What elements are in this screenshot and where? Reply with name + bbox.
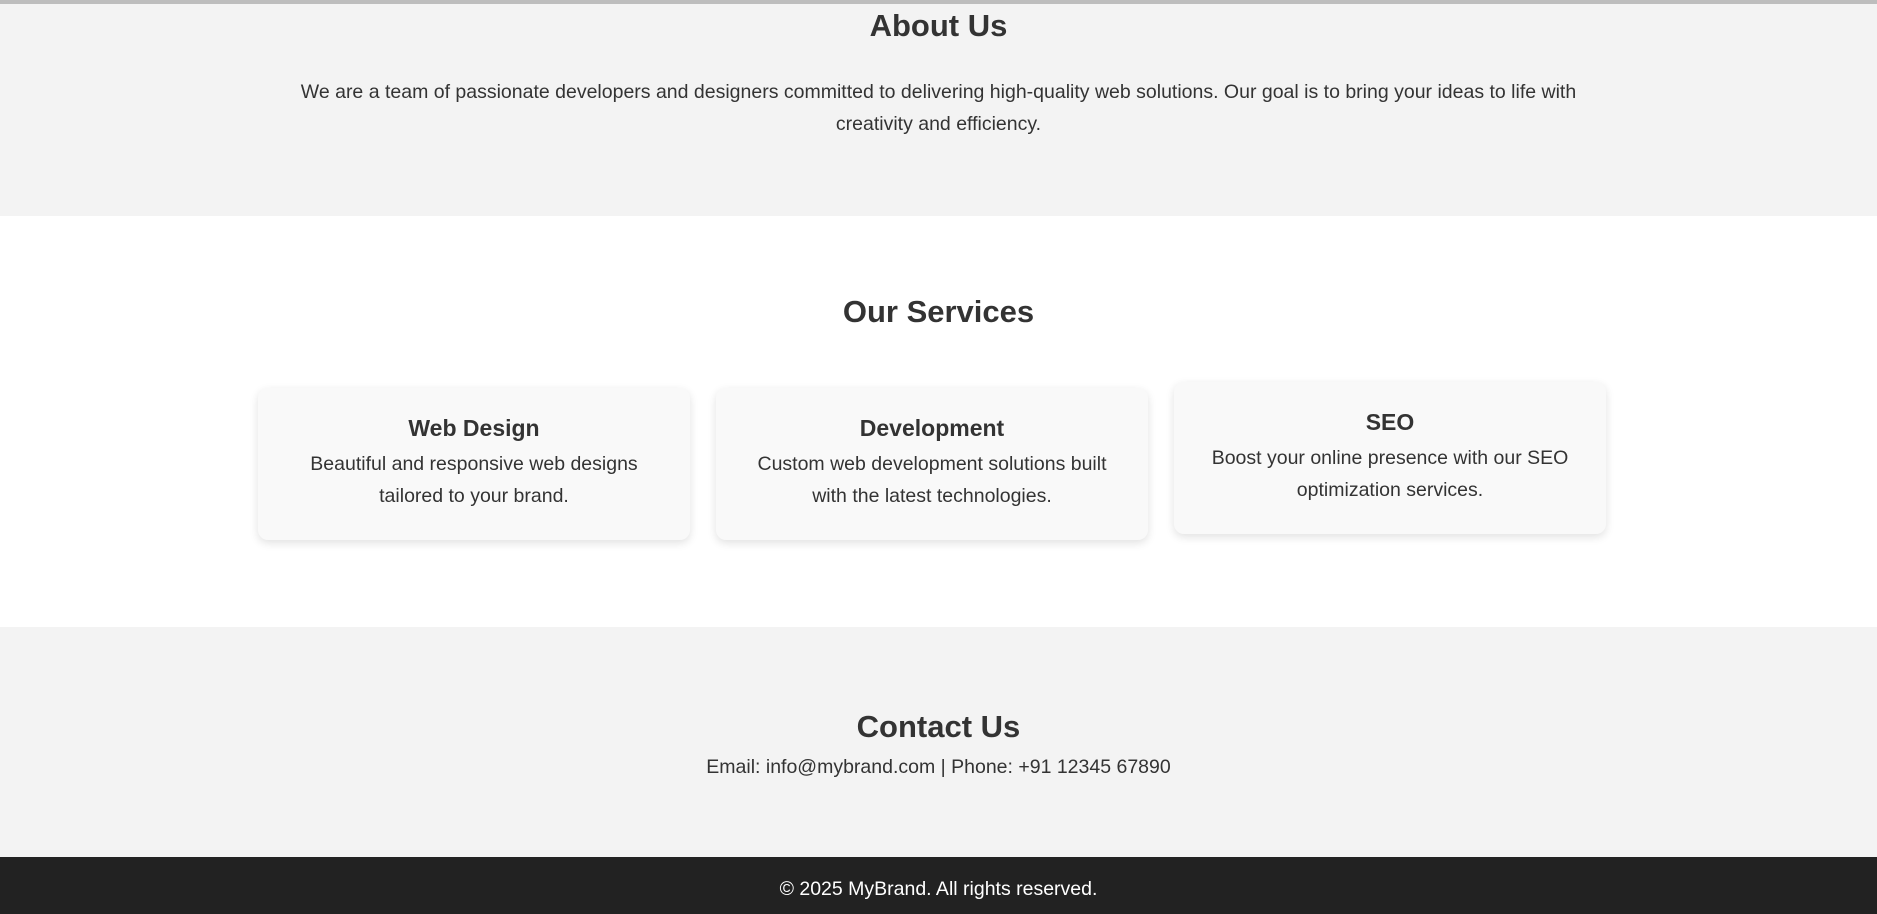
about-section: About Us We are a team of passionate dev…: [0, 0, 1877, 216]
about-text: We are a team of passionate developers a…: [300, 81, 1577, 135]
contact-title: Contact Us: [856, 709, 1021, 744]
service-card-title: Web Design: [408, 415, 540, 441]
services-section: Our Services Web Design Beautiful and re…: [0, 216, 1877, 627]
service-card-title: SEO: [1365, 409, 1415, 435]
services-title: Our Services: [842, 294, 1035, 329]
top-border: [0, 0, 1877, 4]
about-title: About Us: [869, 8, 1008, 43]
service-card-description: Boost your online presence with our SEO …: [1211, 447, 1569, 501]
contact-section: Contact Us Email: info@mybrand.com | Pho…: [0, 627, 1877, 857]
footer-copyright: © 2025 MyBrand. All rights reserved.: [779, 878, 1098, 900]
service-card-development: Development Custom web development solut…: [716, 388, 1148, 540]
service-card-description: Beautiful and responsive web designs tai…: [310, 453, 638, 507]
service-card-description: Custom web development solutions built w…: [757, 453, 1107, 507]
service-card-seo: SEO Boost your online presence with our …: [1174, 382, 1606, 534]
service-card-web-design: Web Design Beautiful and responsive web …: [258, 388, 690, 540]
contact-details: Email: info@mybrand.com | Phone: +91 123…: [706, 756, 1171, 778]
site-footer: © 2025 MyBrand. All rights reserved.: [0, 857, 1877, 914]
service-card-title: Development: [859, 415, 1005, 441]
